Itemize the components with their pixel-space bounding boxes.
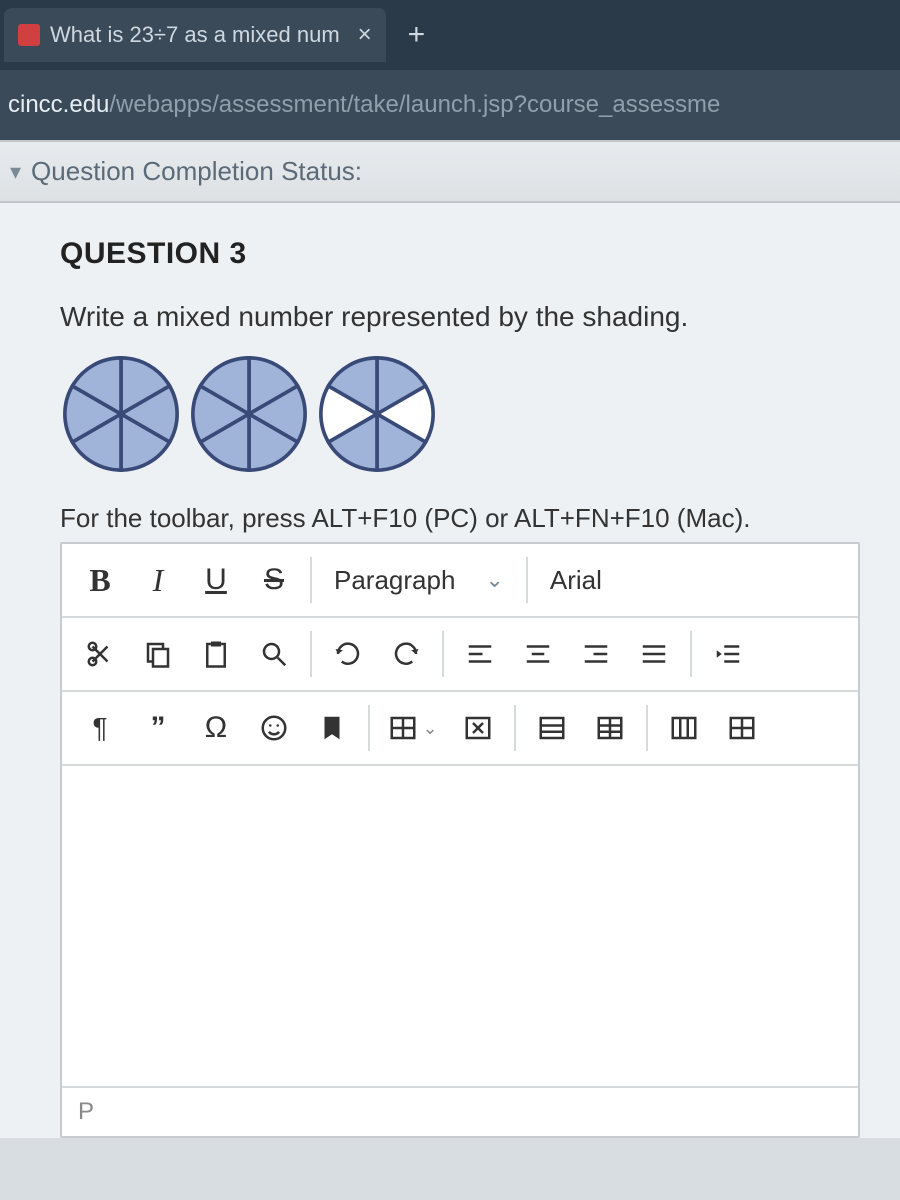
fraction-circles [60, 353, 860, 475]
paste-button[interactable] [188, 626, 244, 682]
separator [368, 705, 370, 751]
special-char-button[interactable]: Ω [188, 700, 244, 756]
url-host: cincc.edu [8, 91, 109, 119]
strikethrough-button[interactable]: S [246, 552, 302, 608]
toolbar-row-1: B I U S Paragraph ⌄ Arial [62, 544, 858, 618]
anchor-button[interactable] [304, 700, 360, 756]
separator [690, 631, 692, 677]
emoji-button[interactable] [246, 700, 302, 756]
align-justify-button[interactable] [626, 626, 682, 682]
editor-statusbar: P [62, 1086, 858, 1136]
copy-icon [143, 639, 173, 669]
separator [442, 631, 444, 677]
table-cols-icon [669, 713, 699, 743]
separator [526, 557, 528, 603]
question-heading: QUESTION 3 [60, 237, 860, 271]
rich-text-editor: B I U S Paragraph ⌄ Arial [60, 542, 860, 1138]
tab-title: What is 23÷7 as a mixed num [50, 22, 340, 48]
completion-status-bar[interactable]: ▾ Question Completion Status: [0, 140, 900, 203]
align-right-button[interactable] [568, 626, 624, 682]
toolbar-row-3: ¶ ” Ω ⌄ [62, 692, 858, 766]
font-family-value: Arial [550, 565, 602, 596]
indent-icon [713, 639, 743, 669]
align-justify-icon [639, 639, 669, 669]
editor-path: P [78, 1098, 94, 1126]
align-left-button[interactable] [452, 626, 508, 682]
block-format-value: Paragraph [334, 565, 455, 596]
toolbar-hint: For the toolbar, press ALT+F10 (PC) or A… [60, 503, 860, 534]
fraction-circle [188, 353, 310, 475]
fraction-circle [60, 353, 182, 475]
close-icon[interactable]: × [358, 21, 372, 49]
editor-textarea[interactable] [62, 766, 858, 1086]
table-row-before-button[interactable] [524, 700, 580, 756]
undo-button[interactable] [320, 626, 376, 682]
table-rows-icon [537, 713, 567, 743]
align-center-icon [523, 639, 553, 669]
browser-tab-strip: What is 23÷7 as a mixed num × + [0, 0, 900, 70]
fraction-circle [316, 353, 438, 475]
question-panel: QUESTION 3 Write a mixed number represen… [0, 203, 900, 1138]
smiley-icon [259, 713, 289, 743]
toolbar-row-2 [62, 618, 858, 692]
italic-button[interactable]: I [130, 552, 186, 608]
separator [646, 705, 648, 751]
separator [310, 631, 312, 677]
align-center-button[interactable] [510, 626, 566, 682]
new-tab-button[interactable]: + [408, 18, 426, 52]
redo-icon [391, 639, 421, 669]
table-col-after-button[interactable] [714, 700, 770, 756]
align-right-icon [581, 639, 611, 669]
paragraph-mark-button[interactable]: ¶ [72, 700, 128, 756]
bold-button[interactable]: B [72, 552, 128, 608]
chevron-down-icon: ⌄ [485, 567, 503, 593]
find-button[interactable] [246, 626, 302, 682]
browser-tab[interactable]: What is 23÷7 as a mixed num × [4, 8, 386, 62]
indent-button[interactable] [700, 626, 756, 682]
redo-button[interactable] [378, 626, 434, 682]
completion-status-label: Question Completion Status: [31, 156, 362, 187]
insert-table-button[interactable]: ⌄ [378, 700, 448, 756]
delete-table-button[interactable] [450, 700, 506, 756]
address-bar[interactable]: cincc.edu/webapps/assessment/take/launch… [0, 70, 900, 140]
search-icon [259, 639, 289, 669]
separator [310, 557, 312, 603]
underline-button[interactable]: U [188, 552, 244, 608]
align-left-icon [465, 639, 495, 669]
copy-button[interactable] [130, 626, 186, 682]
question-prompt: Write a mixed number represented by the … [60, 301, 860, 333]
table-row-after-button[interactable] [582, 700, 638, 756]
tab-favicon [18, 24, 40, 46]
blockquote-button[interactable]: ” [130, 700, 186, 756]
separator [514, 705, 516, 751]
scissors-icon [85, 639, 115, 669]
undo-icon [333, 639, 363, 669]
font-family-dropdown[interactable]: Arial [536, 552, 716, 608]
block-format-dropdown[interactable]: Paragraph ⌄ [320, 552, 518, 608]
bookmark-icon [317, 713, 347, 743]
table-icon [388, 713, 418, 743]
chevron-down-icon: ⌄ [422, 718, 437, 739]
table-cols-icon [727, 713, 757, 743]
url-path: /webapps/assessment/take/launch.jsp?cour… [109, 91, 720, 119]
clipboard-icon [201, 639, 231, 669]
table-rows-icon [595, 713, 625, 743]
cut-button[interactable] [72, 626, 128, 682]
chevron-down-icon: ▾ [10, 159, 21, 185]
table-col-before-button[interactable] [656, 700, 712, 756]
table-delete-icon [463, 713, 493, 743]
